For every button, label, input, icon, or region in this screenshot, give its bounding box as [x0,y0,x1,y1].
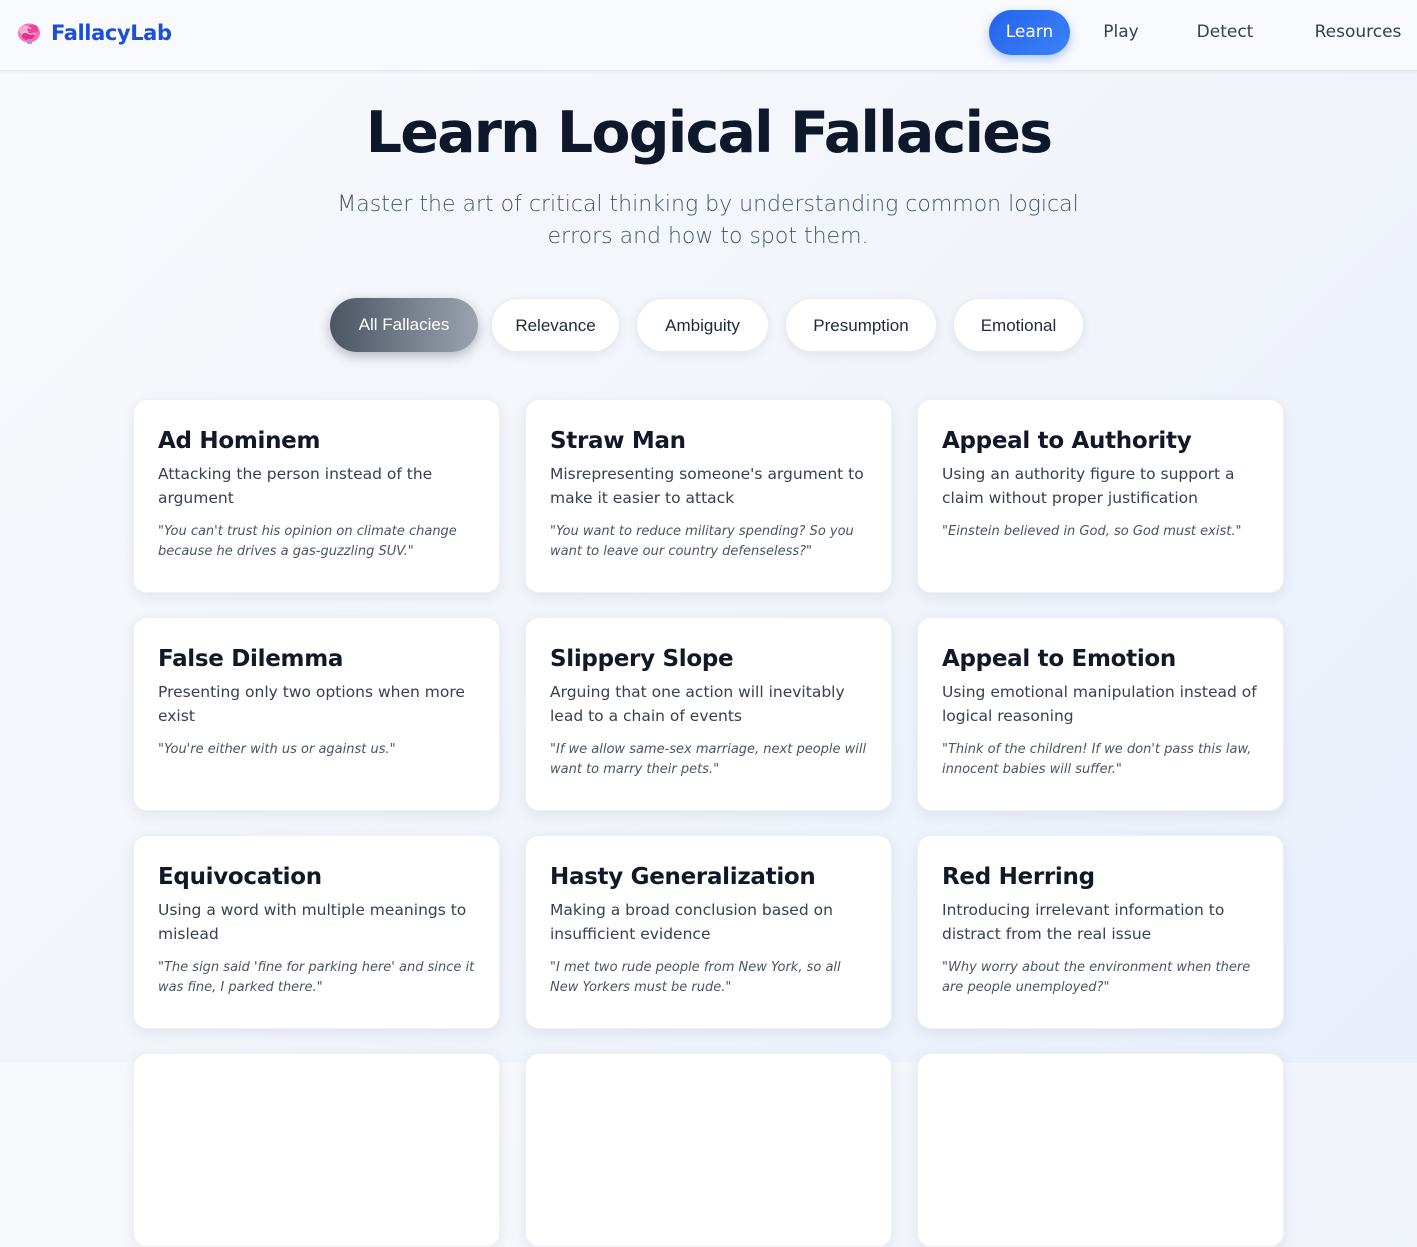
fallacy-description: Introducing irrelevant information to di… [942,901,1225,943]
top-navbar: FallacyLab Learn Play Detect Resources [0,0,1417,71]
fallacy-title: Hasty Generalization [550,864,816,890]
fallacy-description: Presenting only two options when more ex… [158,683,465,725]
brand-name: FallacyLab [51,21,172,45]
fallacy-description: Misrepresenting someone's argument to ma… [550,465,864,507]
nav-detect[interactable]: Detect [1178,10,1272,55]
filter-all-fallacies[interactable]: All Fallacies [330,298,478,352]
filter-relevance[interactable]: Relevance [491,298,620,352]
fallacy-title: Straw Man [550,428,686,454]
fallacy-card[interactable]: Appeal to Authority Using an authority f… [917,399,1284,593]
page-title: Learn Logical Fallacies [365,100,1053,166]
fallacy-card[interactable]: Equivocation Using a word with multiple … [133,835,500,1029]
fallacy-example: "Einstein believed in God, so God must e… [942,524,1242,539]
nav-learn[interactable]: Learn [989,10,1070,55]
fallacy-example: "If we allow same-sex marriage, next peo… [550,742,867,777]
fallacy-title: Appeal to Emotion [942,646,1176,672]
fallacy-example: "You want to reduce military spending? S… [550,524,854,559]
fallacy-example: "You can't trust his opinion on climate … [158,524,457,559]
fallacy-title: False Dilemma [158,646,344,672]
fallacy-description: Attacking the person instead of the argu… [158,465,433,507]
fallacy-card[interactable]: Slippery Slope Arguing that one action w… [525,617,892,811]
filter-ambiguity[interactable]: Ambiguity [636,298,769,352]
fallacy-card[interactable] [917,1053,1284,1247]
nav-resources[interactable]: Resources [1297,10,1417,55]
fallacy-example: "Why worry about the environment when th… [942,960,1251,995]
fallacy-card[interactable] [133,1053,500,1247]
fallacy-title: Ad Hominem [158,428,321,454]
fallacy-title: Red Herring [942,864,1095,890]
fallacy-card[interactable]: Appeal to Emotion Using emotional manipu… [917,617,1284,811]
nav-play[interactable]: Play [1089,10,1153,55]
brand-logo-link[interactable]: FallacyLab [16,20,172,46]
fallacy-description: Using emotional manipulation instead of … [942,683,1257,725]
fallacy-title: Equivocation [158,864,322,890]
fallacy-card[interactable]: False Dilemma Presenting only two option… [133,617,500,811]
filter-emotional[interactable]: Emotional [953,298,1084,352]
fallacy-example: "Think of the children! If we don't pass… [942,742,1252,777]
filter-presumption[interactable]: Presumption [785,298,937,352]
fallacy-card[interactable]: Hasty Generalization Making a broad conc… [525,835,892,1029]
fallacy-card[interactable]: Straw Man Misrepresenting someone's argu… [525,399,892,593]
fallacy-card[interactable]: Ad Hominem Attacking the person instead … [133,399,500,593]
fallacy-example: "I met two rude people from New York, so… [550,960,841,995]
brain-icon [18,23,40,44]
fallacy-example: "The sign said 'fine for parking here' a… [158,960,475,995]
fallacy-description: Making a broad conclusion based on insuf… [550,901,833,943]
fallacy-title: Slippery Slope [550,646,734,672]
fallacy-example: "You're either with us or against us." [158,742,396,757]
fallacy-description: Using an authority figure to support a c… [942,465,1235,507]
fallacy-description: Using a word with multiple meanings to m… [158,901,467,943]
fallacy-description: Arguing that one action will inevitably … [550,683,845,725]
page-subtitle: Master the art of critical thinking by u… [337,192,1079,249]
fallacy-card[interactable]: Red Herring Introducing irrelevant infor… [917,835,1284,1029]
fallacy-card[interactable] [525,1053,892,1247]
fallacy-title: Appeal to Authority [942,428,1192,454]
